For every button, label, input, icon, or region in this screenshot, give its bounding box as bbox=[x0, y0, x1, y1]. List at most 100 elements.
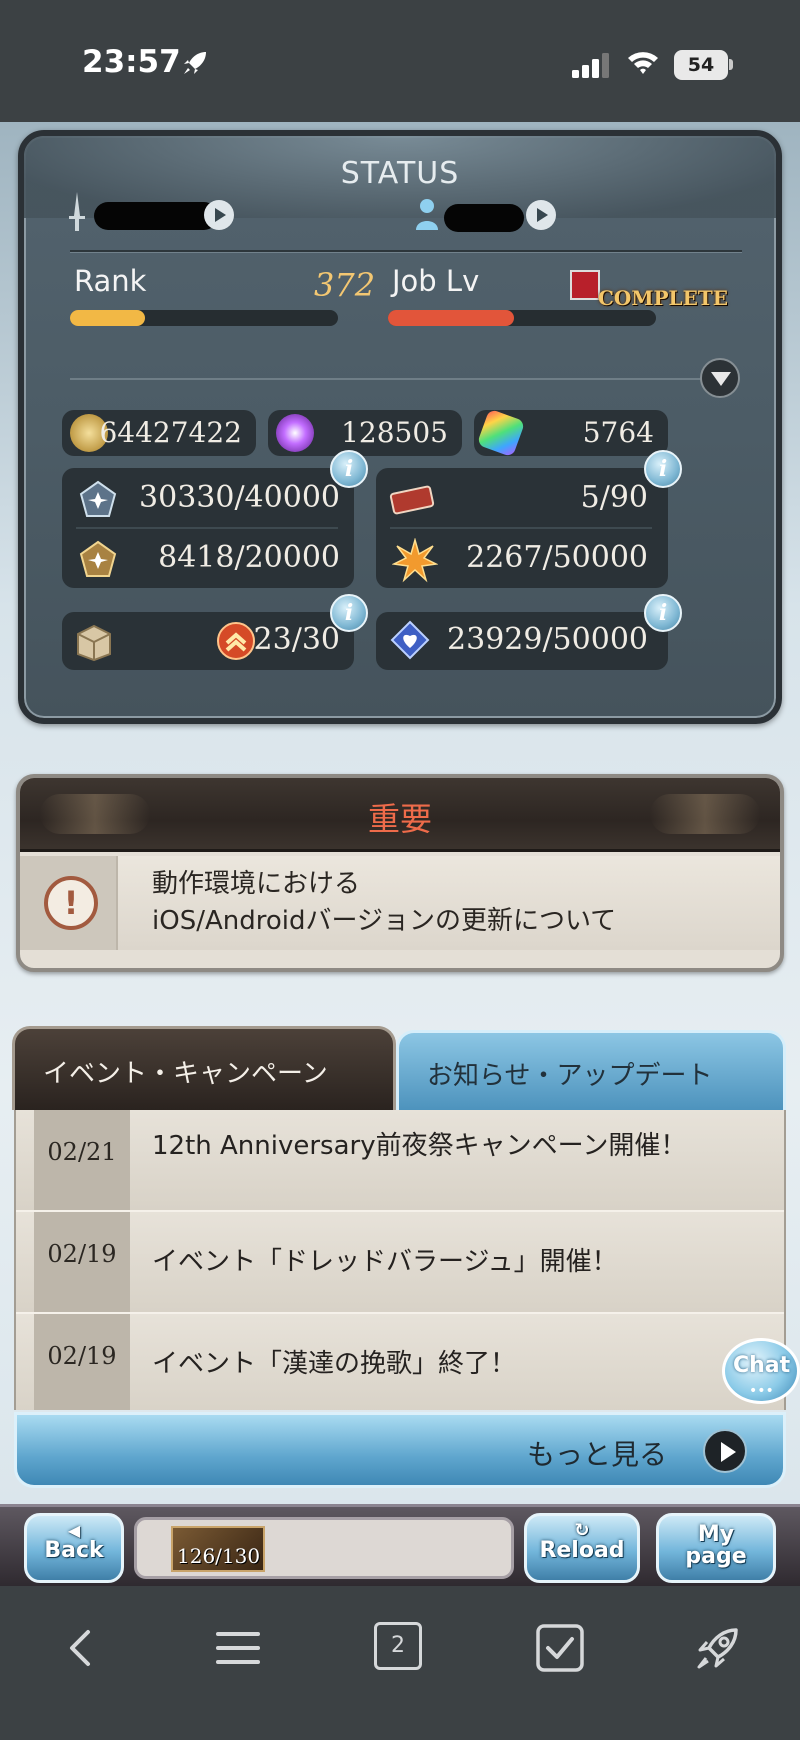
game-footer: ◀ Back 126/130 ↻ Reload My page bbox=[0, 1504, 800, 1586]
status-panel: STATUS Rank 372 Job Lv COMPLETE 64427422 bbox=[18, 130, 782, 724]
notice-icon-cell: ! bbox=[20, 856, 118, 950]
notice-line-2: iOS/Androidバージョンの更新について bbox=[152, 906, 617, 936]
mypage-button[interactable]: My page bbox=[656, 1513, 776, 1583]
news-title: イベント「ドレッドバラージュ」開催！ bbox=[152, 1247, 618, 1277]
important-notice-panel: 重要 ! 動作環境における iOS/Androidバージョンの更新について bbox=[16, 774, 784, 972]
rainbow-prism-icon bbox=[476, 408, 526, 458]
game-area: STATUS Rank 372 Job Lv COMPLETE 64427422 bbox=[0, 122, 800, 1504]
info-button-heart[interactable]: i bbox=[644, 594, 682, 632]
news-date: 02/19 bbox=[47, 1342, 117, 1370]
heart-stat-box: 23929/50000 bbox=[376, 612, 668, 670]
battery-nub bbox=[729, 59, 733, 70]
ios-status-bar: 23:57 54 bbox=[0, 0, 800, 122]
info-button-tickets[interactable]: i bbox=[644, 450, 682, 488]
rank-up-chevron-icon bbox=[217, 622, 255, 660]
status-title: STATUS bbox=[340, 156, 460, 191]
job-complete-icon bbox=[570, 270, 600, 300]
news-date-cell: 02/19 bbox=[34, 1314, 130, 1410]
rupie-box: 64427422 bbox=[62, 410, 256, 456]
chat-dots: ••• bbox=[749, 1383, 774, 1399]
battery-indicator: 54 bbox=[674, 50, 728, 80]
reload-button[interactable]: ↻ Reload bbox=[524, 1513, 640, 1583]
clock: 23:57 bbox=[82, 44, 181, 80]
stat-row-divider bbox=[390, 527, 652, 529]
stamina-panel: 126/130 bbox=[134, 1517, 514, 1579]
news-item[interactable]: 02/19 イベント「ドレッドバラージュ」開催！ bbox=[16, 1212, 784, 1314]
cellular-signal-icon bbox=[572, 53, 609, 78]
important-notice-item[interactable]: ! 動作環境における iOS/Androidバージョンの更新について bbox=[20, 856, 780, 950]
news-list: 02/21 12th Anniversary前夜祭キャンペーン開催！ 02/19… bbox=[14, 1110, 786, 1410]
heart-gem-value: 23929/50000 bbox=[447, 622, 648, 657]
heart-gem-icon bbox=[390, 620, 430, 660]
news-item[interactable]: 02/19 イベント「漢達の挽歌」終了！ bbox=[16, 1314, 784, 1410]
crew-profile-button[interactable] bbox=[526, 200, 556, 230]
tab-count-button[interactable]: 2 bbox=[374, 1622, 422, 1670]
blue-gem-value: 30330/40000 bbox=[139, 480, 340, 515]
starburst-icon bbox=[392, 538, 438, 583]
crate-stat-box: 23/30 bbox=[62, 612, 354, 670]
crystal-icon bbox=[276, 414, 314, 452]
ticket-value: 5/90 bbox=[580, 480, 648, 515]
person-icon bbox=[416, 199, 438, 230]
back-button[interactable]: ◀ Back bbox=[24, 1513, 124, 1583]
stat-row-divider bbox=[76, 527, 338, 529]
job-level-label: Job Lv bbox=[392, 264, 480, 298]
info-button-crate[interactable]: i bbox=[330, 594, 368, 632]
rank-label: Rank bbox=[74, 264, 147, 298]
starburst-value: 2267/50000 bbox=[466, 540, 648, 575]
tab-events-label: イベント・キャンペーン bbox=[43, 1059, 328, 1089]
expand-status-button[interactable] bbox=[700, 358, 740, 398]
notice-line-1: 動作環境における bbox=[152, 869, 361, 899]
news-date: 02/19 bbox=[47, 1240, 117, 1268]
menu-icon[interactable] bbox=[212, 1622, 264, 1674]
wifi-icon bbox=[628, 52, 658, 74]
tab-news-updates[interactable]: お知らせ・アップデート bbox=[396, 1030, 786, 1110]
ticket-icon bbox=[389, 485, 435, 515]
see-more-bar[interactable]: もっと見る bbox=[14, 1412, 786, 1488]
important-title: 重要 bbox=[367, 800, 432, 838]
player-profile-button[interactable] bbox=[204, 200, 234, 230]
crystal-box: 128505 bbox=[268, 410, 462, 456]
prism-value: 5764 bbox=[582, 416, 654, 449]
news-item[interactable]: 02/21 12th Anniversary前夜祭キャンペーン開催！ bbox=[16, 1110, 784, 1212]
gold-gem-icon bbox=[79, 540, 117, 577]
checkbox-icon[interactable] bbox=[534, 1622, 586, 1674]
redacted-player-name bbox=[94, 202, 218, 230]
news-date-cell: 02/21 bbox=[34, 1110, 130, 1210]
important-notice-text: 動作環境における iOS/Androidバージョンの更新について bbox=[152, 866, 772, 940]
blue-gem-icon bbox=[79, 480, 117, 517]
rocket-icon bbox=[184, 52, 206, 74]
exclamation-icon: ! bbox=[44, 876, 98, 930]
rank-progress-fill bbox=[70, 310, 146, 326]
stamina-value: 126/130 bbox=[177, 1544, 261, 1568]
sword-icon bbox=[69, 192, 85, 231]
news-title: イベント「漢達の挽歌」終了！ bbox=[152, 1349, 517, 1379]
crate-icon bbox=[77, 624, 111, 662]
rupie-value: 64427422 bbox=[99, 416, 242, 449]
prism-box: 5764 bbox=[474, 408, 668, 458]
status-divider bbox=[70, 250, 742, 253]
job-progress-bar bbox=[388, 310, 656, 326]
reload-label: Reload bbox=[539, 1538, 625, 1563]
back-label: Back bbox=[44, 1538, 104, 1563]
important-header: 重要 bbox=[20, 778, 780, 852]
crate-value: 23/30 bbox=[253, 622, 340, 657]
tab-news-label: お知らせ・アップデート bbox=[427, 1061, 713, 1091]
tab-events-campaigns[interactable]: イベント・キャンペーン bbox=[12, 1026, 396, 1110]
info-button-gems[interactable]: i bbox=[330, 450, 368, 488]
mypage-label-line2: page bbox=[685, 1544, 747, 1569]
chat-button[interactable]: Chat ••• bbox=[722, 1338, 800, 1404]
job-progress-fill bbox=[388, 310, 514, 326]
news-date: 02/21 bbox=[47, 1138, 117, 1166]
see-more-play-icon[interactable] bbox=[703, 1429, 747, 1473]
gem-stat-box: 30330/40000 8418/20000 bbox=[62, 468, 354, 588]
news-date-cell: 02/19 bbox=[34, 1212, 130, 1312]
browser-toolbar: 2 bbox=[0, 1586, 800, 1740]
crystal-value: 128505 bbox=[341, 416, 448, 449]
mypage-label-line1: My bbox=[697, 1522, 735, 1547]
rank-progress-bar bbox=[70, 310, 338, 326]
news-title: 12th Anniversary前夜祭キャンペーン開催！ bbox=[152, 1131, 687, 1161]
browser-back-icon[interactable] bbox=[56, 1622, 108, 1674]
rocket-icon[interactable] bbox=[692, 1622, 744, 1674]
rank-value: 372 bbox=[314, 266, 376, 304]
